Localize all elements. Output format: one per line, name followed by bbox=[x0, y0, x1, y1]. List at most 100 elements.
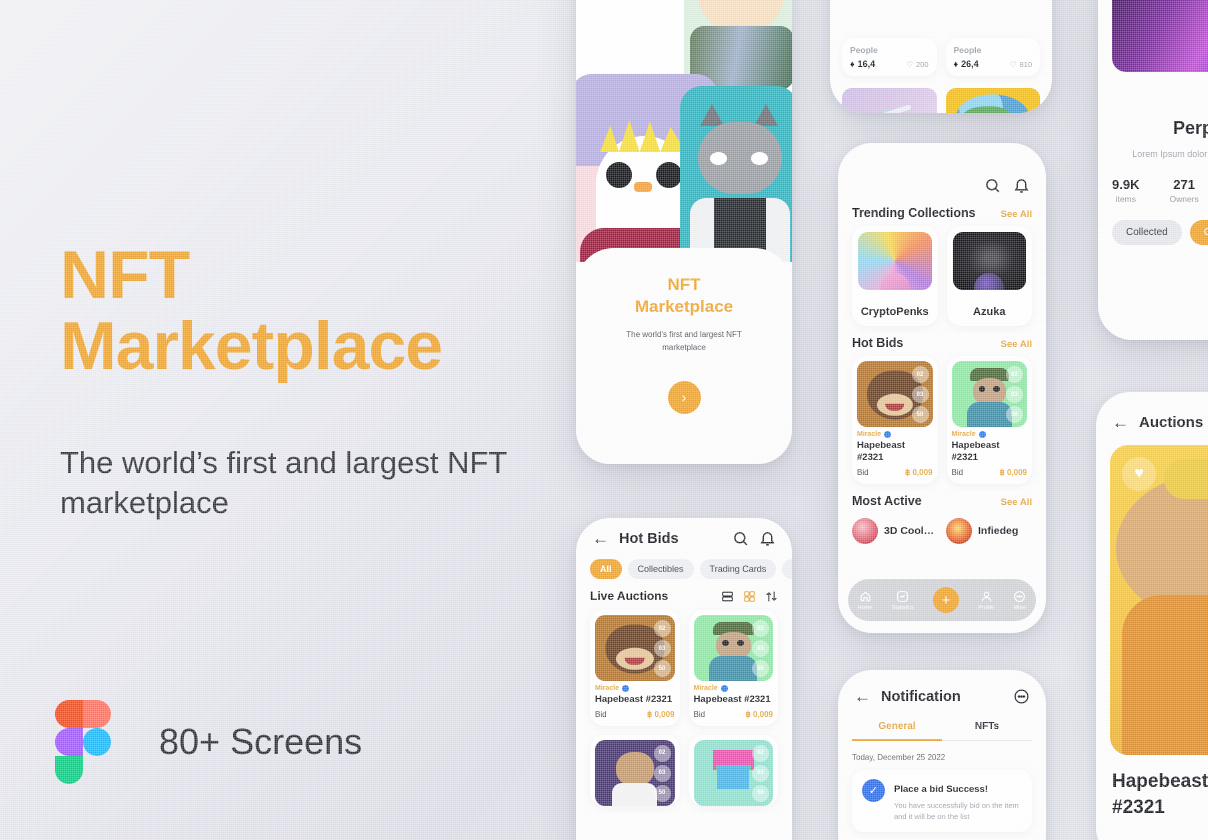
timer-hours: 02 bbox=[653, 744, 671, 762]
chip-all[interactable]: All bbox=[590, 559, 622, 579]
nft-owner: Miracle bbox=[952, 431, 1028, 438]
nft-card[interactable]: 02 03 50 bbox=[688, 734, 778, 806]
verified-badge-icon bbox=[884, 431, 892, 438]
sort-icon[interactable] bbox=[765, 590, 778, 603]
profile-segment-control: Collected Created bbox=[1098, 204, 1208, 246]
chip-trading-cards[interactable]: Trading Cards bbox=[699, 559, 777, 579]
auction-item-name: Hapebeast #2321 bbox=[1096, 755, 1208, 820]
tab-statistics-label: Statistics bbox=[891, 604, 914, 611]
timer-minutes: 03 bbox=[911, 386, 929, 403]
active-collection-name: 3D Cools... bbox=[884, 524, 938, 537]
owner-name: Miracle bbox=[857, 431, 882, 438]
active-collection-item[interactable]: Infiedeg bbox=[946, 517, 1032, 544]
hot-bids-header: ← Hot Bids bbox=[576, 518, 792, 555]
stat-price: ♦ 16,4 bbox=[850, 59, 875, 69]
auction-timer: 02 03 50 bbox=[752, 744, 769, 802]
bell-icon[interactable] bbox=[759, 530, 776, 547]
profile-description: Lorem Ipsum dolor sit amet ad bbox=[1132, 149, 1208, 159]
tab-statistics[interactable]: Statistics bbox=[892, 590, 914, 611]
search-icon[interactable] bbox=[732, 530, 749, 547]
collection-name: CryptoPenks bbox=[860, 306, 929, 318]
active-collection-name: Infiedeg bbox=[978, 524, 1019, 537]
search-icon[interactable] bbox=[984, 177, 1001, 194]
live-auctions-header: Live Auctions bbox=[576, 579, 792, 610]
onboarding-next-button[interactable]: › bbox=[667, 380, 701, 414]
auction-title: Auctions bbox=[1139, 414, 1204, 431]
notification-tabs: General NFTs bbox=[838, 713, 1046, 741]
bid-label: Bid bbox=[595, 709, 607, 719]
heart-icon[interactable]: ♥ bbox=[1122, 457, 1156, 491]
collection-card[interactable]: CryptoPenks bbox=[852, 226, 938, 326]
segment-collected[interactable]: Collected bbox=[1112, 220, 1182, 246]
tab-general[interactable]: General bbox=[852, 721, 942, 741]
nft-thumbnail: 02 03 50 bbox=[951, 361, 1027, 427]
avatar bbox=[852, 517, 878, 544]
profile-stat-items-value: 9.9K bbox=[1112, 177, 1140, 193]
notification-title: Notification bbox=[881, 688, 961, 705]
live-auctions-title: Live Auctions bbox=[590, 589, 669, 603]
nft-card[interactable]: 02 03 50 Miracle Hapebeast #2321 Bid ฿ 0… bbox=[852, 356, 938, 484]
page-title: NFT Marketplace bbox=[60, 240, 560, 381]
chip-virtual[interactable]: Vir bbox=[782, 559, 792, 579]
most-active-section-header: Most Active See All bbox=[838, 484, 1046, 514]
nft-title: Hapebeast #2321 bbox=[693, 694, 771, 705]
tab-more[interactable]: More bbox=[1013, 590, 1026, 611]
phone-hot-bids: ← Hot Bids All Collectibles Trading Card… bbox=[576, 518, 792, 840]
tab-profile[interactable]: Profile bbox=[978, 590, 994, 611]
list-view-icon[interactable] bbox=[721, 590, 734, 603]
stat-card[interactable]: People ♦ 16,4 ♡ 200 bbox=[842, 38, 937, 76]
nft-card[interactable]: 02 03 50 Miracle Hapebeast #2321 Bid ฿ 0… bbox=[590, 610, 680, 726]
more-icon[interactable] bbox=[1013, 688, 1030, 705]
notification-item[interactable]: ✓ Place a bid Success! You have successf… bbox=[852, 770, 1032, 832]
phone-stats-strip: People ♦ 16,4 ♡ 200 People ♦ 26,4 ♡ 810 bbox=[830, 0, 1052, 113]
segment-created[interactable]: Created bbox=[1189, 220, 1208, 246]
collection-avatar bbox=[879, 273, 910, 290]
bell-icon[interactable] bbox=[1013, 177, 1030, 194]
nft-thumbnail: 02 03 50 bbox=[595, 615, 675, 681]
nft-thumbnail[interactable] bbox=[842, 88, 937, 113]
timer-seconds: 50 bbox=[752, 784, 769, 802]
tab-home[interactable]: Home bbox=[858, 590, 872, 611]
hero-title-line1: NFT bbox=[60, 237, 190, 313]
nft-card[interactable]: 02 03 50 bbox=[590, 734, 680, 806]
nft-owner: Miracle bbox=[857, 431, 933, 438]
profile-stat-owners-label: Owners bbox=[1169, 194, 1199, 205]
verified-badge-icon bbox=[622, 685, 630, 692]
avatar bbox=[946, 517, 972, 544]
timer-hours: 02 bbox=[1006, 366, 1023, 383]
stats-cards: People ♦ 16,4 ♡ 200 People ♦ 26,4 ♡ 810 bbox=[830, 38, 1052, 76]
stats-images bbox=[830, 82, 1052, 113]
phone-profile: Perp Lorem Ipsum dolor sit amet ad 9.9K … bbox=[1098, 0, 1208, 340]
active-collection-item[interactable]: 3D Cools... bbox=[852, 517, 938, 544]
timer-minutes: 03 bbox=[752, 640, 769, 657]
timer-minutes: 03 bbox=[752, 764, 769, 782]
auction-timer: 02 03 50 bbox=[752, 620, 769, 677]
bid-label: Bid bbox=[951, 467, 964, 477]
hot-bids-title: Hot Bids bbox=[852, 336, 904, 350]
back-icon[interactable]: ← bbox=[1112, 414, 1129, 431]
most-active-see-all[interactable]: See All bbox=[1001, 497, 1032, 508]
grid-view-icon[interactable] bbox=[743, 590, 756, 603]
chip-collectibles[interactable]: Collectibles bbox=[627, 559, 694, 579]
profile-stat-owners-value: 271 bbox=[1173, 177, 1195, 193]
collection-thumbnail bbox=[952, 232, 1026, 290]
stat-card[interactable]: People ♦ 26,4 ♡ 810 bbox=[945, 38, 1040, 76]
trending-see-all[interactable]: See All bbox=[1001, 209, 1032, 220]
nft-card[interactable]: 02 03 50 Miracle Hapebeast #2321 Bid ฿ 0… bbox=[946, 356, 1032, 484]
profile-cover-image bbox=[1112, 0, 1208, 72]
hot-bids-title: Hot Bids bbox=[619, 530, 679, 547]
nft-bid-row: Bid ฿ 0,009 bbox=[857, 468, 933, 477]
add-button[interactable]: + bbox=[933, 587, 960, 613]
collection-card[interactable]: Azuka bbox=[946, 226, 1032, 326]
back-icon[interactable]: ← bbox=[854, 688, 871, 705]
back-icon[interactable]: ← bbox=[592, 530, 609, 547]
hot-bids-see-all[interactable]: See All bbox=[1001, 339, 1032, 350]
onboarding-title: NFT Marketplace bbox=[576, 274, 792, 318]
nft-owner: Miracle bbox=[694, 685, 774, 692]
trending-section-header: Trending Collections See All bbox=[838, 202, 1046, 226]
timer-seconds: 50 bbox=[752, 660, 769, 677]
tab-nfts[interactable]: NFTs bbox=[942, 721, 1032, 741]
auction-timer: 02 03 50 bbox=[653, 744, 671, 802]
nft-thumbnail[interactable] bbox=[945, 88, 1040, 113]
nft-card[interactable]: 02 03 50 Miracle Hapebeast #2321 Bid ฿ 0… bbox=[688, 610, 778, 726]
